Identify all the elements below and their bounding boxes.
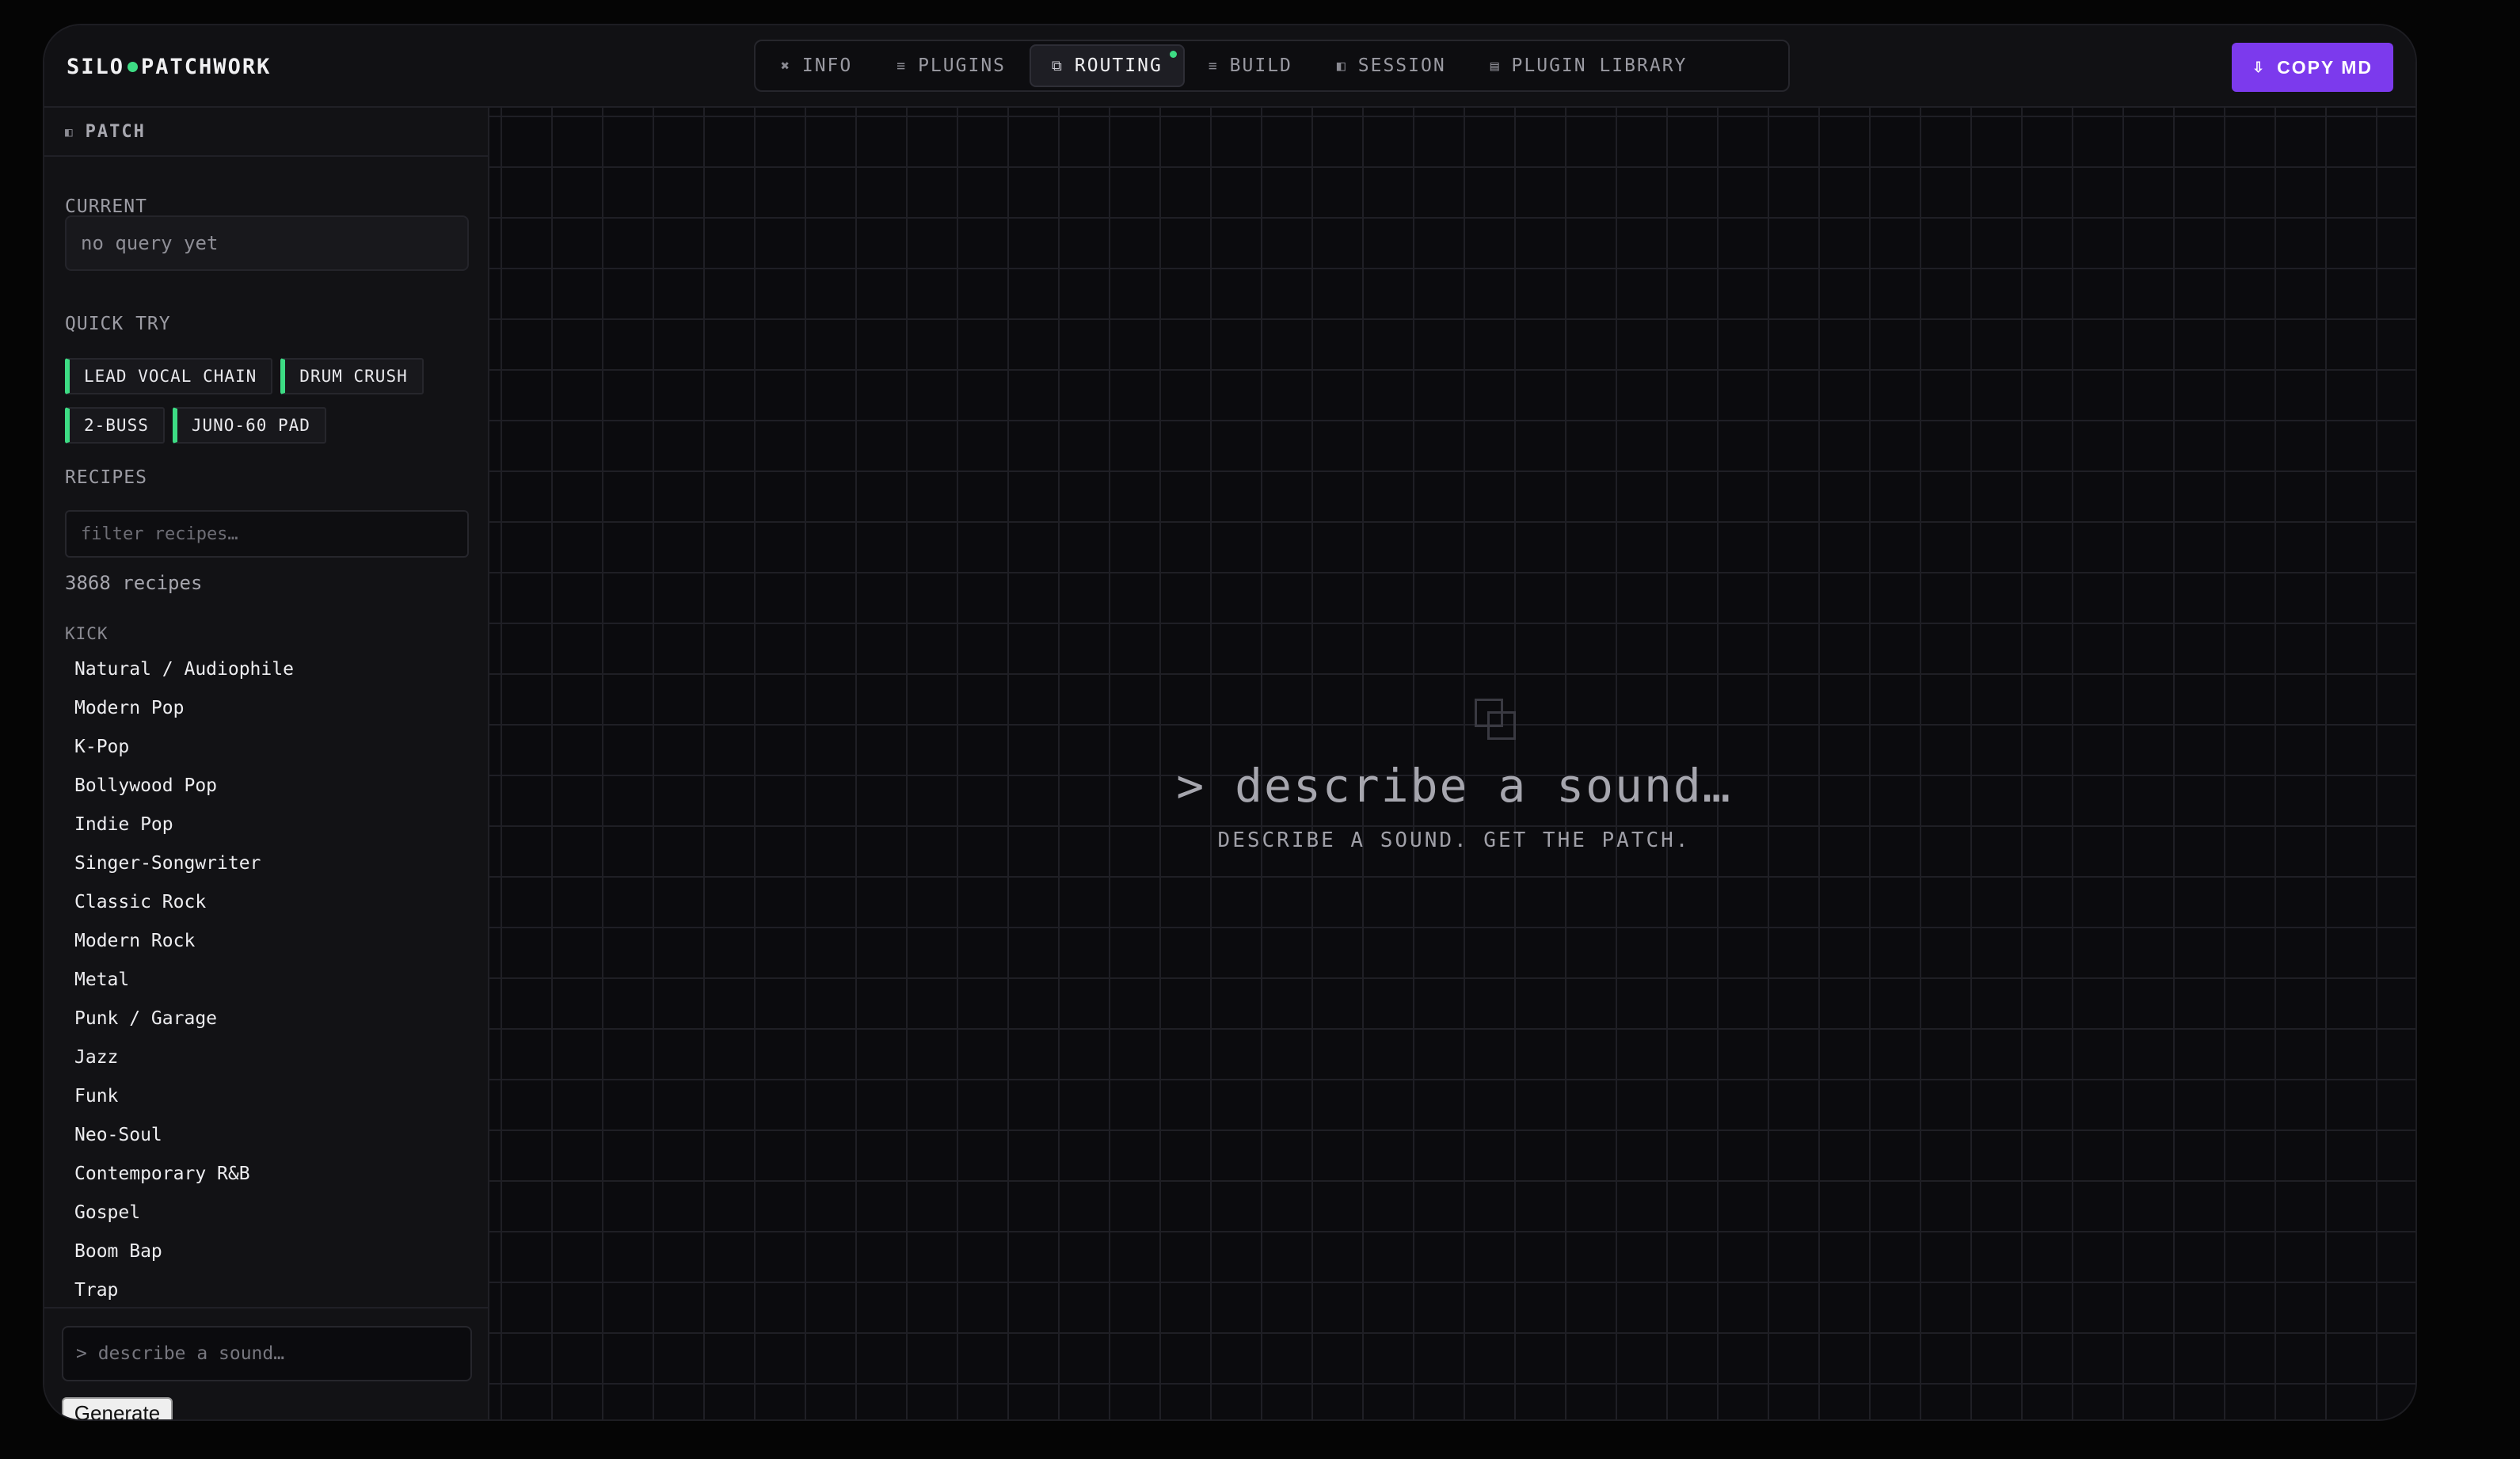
info-icon: ✖ (781, 57, 791, 74)
tab-label: BUILD (1229, 55, 1292, 76)
build-icon: ≡ (1208, 57, 1219, 74)
recipe-item[interactable]: Neo-Soul (65, 1115, 469, 1154)
recipes-label: RECIPES (65, 467, 147, 488)
app-window: SILO PATCHWORK ✖ INFO ≡ PLUGINS ⧉ ROUTING ≡ BUI… (43, 24, 2417, 1421)
routing-canvas[interactable]: > describe a sound… DESCRIBE A SOUND. GE… (489, 108, 2415, 1419)
generate-button[interactable]: Generate (62, 1397, 173, 1419)
copy-md-label: COPY MD (2277, 56, 2373, 78)
download-icon: ⇩ (2252, 59, 2267, 75)
recipe-group-label: KICK (65, 624, 108, 643)
tab-info[interactable]: ✖ INFO (760, 44, 873, 87)
quick-try-chip[interactable]: DRUM CRUSH (280, 358, 424, 394)
tab-plugins[interactable]: ≡ PLUGINS (876, 44, 1026, 87)
tab-session[interactable]: ◧ SESSION (1316, 44, 1467, 87)
empty-state-subtitle: DESCRIBE A SOUND. GET THE PATCH. (1217, 829, 1691, 852)
top-bar: SILO PATCHWORK ✖ INFO ≡ PLUGINS ⧉ ROUTING ≡ BUI… (44, 25, 2415, 108)
tab-label: PLUGIN LIBRARY (1511, 55, 1688, 76)
recipe-item[interactable]: Natural / Audiophile (65, 650, 469, 688)
active-dot-icon (1169, 51, 1177, 58)
session-icon: ◧ (1336, 57, 1347, 74)
current-query: no query yet (65, 215, 469, 271)
tab-label: INFO (801, 55, 853, 76)
empty-state-icon (1475, 699, 1517, 741)
recipe-item[interactable]: Classic Rock (65, 882, 469, 921)
brand-right: PATCHWORK (141, 54, 272, 79)
recipe-item[interactable]: Funk (65, 1076, 469, 1115)
recipe-item[interactable]: K-Pop (65, 727, 469, 766)
tab-build[interactable]: ≡ BUILD (1188, 44, 1313, 87)
routing-icon: ⧉ (1052, 57, 1064, 74)
quick-try-label: QUICK TRY (65, 314, 171, 334)
copy-md-button[interactable]: ⇩ COPY MD (2232, 43, 2393, 92)
brand-logo: SILO PATCHWORK (67, 51, 271, 82)
recipe-item[interactable]: Contemporary R&B (65, 1154, 469, 1193)
recipe-item[interactable]: Modern Pop (65, 688, 469, 727)
sidebar-header: ◧ PATCH (44, 108, 488, 157)
library-icon: ▤ (1490, 57, 1501, 74)
recipe-item[interactable]: Jazz (65, 1038, 469, 1076)
tab-routing[interactable]: ⧉ ROUTING (1030, 44, 1185, 87)
quick-try-chip[interactable]: JUNO-60 PAD (172, 407, 326, 444)
recipe-item[interactable]: Gospel (65, 1193, 469, 1232)
tab-label: SESSION (1357, 55, 1446, 76)
panel-icon: ◧ (65, 124, 74, 139)
main-tabs: ✖ INFO ≡ PLUGINS ⧉ ROUTING ≡ BUILD ◧ SESSION ▤ PLUG… (754, 40, 1790, 92)
tab-label: ROUTING (1074, 55, 1163, 76)
recipe-item[interactable]: Punk / Garage (65, 999, 469, 1038)
patch-sidebar: ◧ PATCH CURRENT no query yet QUICK TRY L… (44, 108, 489, 1419)
brand-left: SILO (67, 54, 125, 79)
tab-plugin-library[interactable]: ▤ PLUGIN LIBRARY (1470, 44, 1708, 87)
quick-try-chips: LEAD VOCAL CHAIN DRUM CRUSH 2-BUSS JUNO-… (65, 358, 477, 456)
tab-label: PLUGINS (918, 55, 1007, 76)
brand-dot-icon (128, 61, 139, 72)
recipe-item[interactable]: Trap (65, 1270, 469, 1309)
plugins-icon: ≡ (896, 57, 908, 74)
current-label: CURRENT (65, 196, 147, 217)
quick-try-chip[interactable]: 2-BUSS (65, 407, 165, 444)
recipe-item[interactable]: Bollywood Pop (65, 766, 469, 805)
recipe-item[interactable]: Metal (65, 960, 469, 999)
recipe-filter-input[interactable] (65, 510, 469, 558)
recipe-item[interactable]: Boom Bap (65, 1232, 469, 1270)
prompt-area: Generate (44, 1307, 488, 1419)
recipe-item[interactable]: Singer-Songwriter (65, 844, 469, 882)
empty-state-title: > describe a sound… (1176, 759, 1732, 813)
sidebar-title: PATCH (85, 121, 146, 142)
describe-sound-input[interactable] (62, 1326, 472, 1381)
recipe-item[interactable]: Modern Rock (65, 921, 469, 960)
recipe-count: 3868 recipes (65, 572, 203, 594)
recipe-item[interactable]: Indie Pop (65, 805, 469, 844)
quick-try-chip[interactable]: LEAD VOCAL CHAIN (65, 358, 273, 394)
recipe-list: Natural / Audiophile Modern Pop K-Pop Bolly… (65, 650, 469, 1309)
